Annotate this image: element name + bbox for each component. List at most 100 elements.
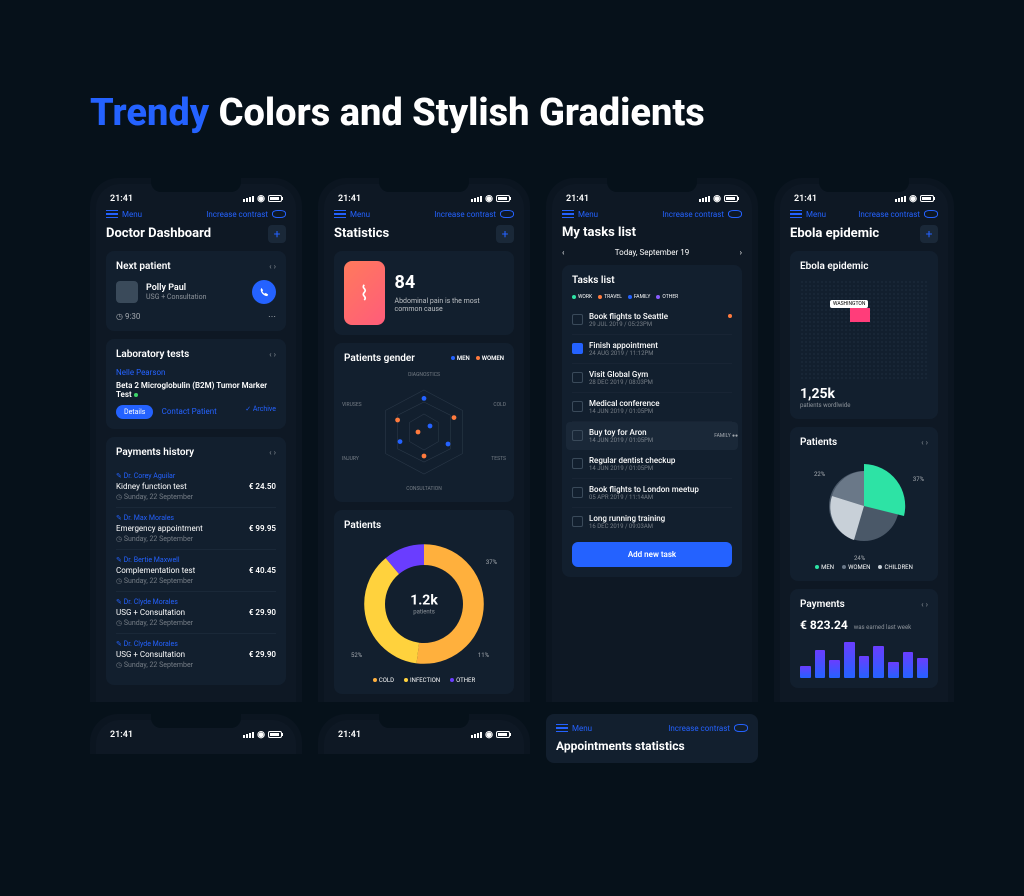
stat-card: ⌇ 84 Abdominal pain is the most common ca… (334, 251, 514, 335)
contact-link[interactable]: Contact Patient (162, 407, 217, 416)
phone-peek: 21:41◉ (90, 714, 302, 754)
appointments-card: MenuIncrease contrast Appointments stati… (546, 714, 758, 763)
glasses-icon[interactable] (500, 210, 514, 218)
phone-ebola: 21:41◉ MenuIncrease contrast Ebola epide… (774, 178, 954, 702)
tasks-card: Tasks list WORKTRAVELFAMILYOTHER Book fl… (562, 265, 742, 577)
checkbox[interactable] (572, 487, 583, 498)
bar-chart (800, 638, 928, 678)
patients-donut-card: Patients 1.2kpatients 37% 11% 52% COLDIN… (334, 510, 514, 694)
menu-icon[interactable] (562, 210, 574, 219)
page-title: My tasks list (562, 225, 636, 240)
nav-arrows[interactable]: ‹ › (269, 262, 276, 271)
nav-arrows[interactable]: ‹ › (269, 350, 276, 359)
contrast-link[interactable]: Increase contrast (206, 210, 268, 219)
payments-card: Payments‹ › € 823.24was earned last week (790, 589, 938, 688)
add-button[interactable]: + (920, 225, 938, 243)
status-time: 21:41 (794, 194, 817, 204)
ebola-map-card: Ebola epidemic WASHINGTON 1,25k patients… (790, 251, 938, 419)
page-title: Ebola epidemic (790, 226, 879, 241)
more-icon[interactable]: ⋯ (268, 312, 276, 321)
task-item[interactable]: Visit Global Gym28 DEC 2019 / 08:03PM (572, 364, 732, 393)
test-name: Beta 2 Microglobulin (B2M) Tumor Marker … (116, 381, 267, 399)
battery-icon (268, 195, 282, 202)
glasses-icon[interactable] (272, 210, 286, 218)
big-sub: patients wordlwide (800, 402, 928, 409)
task-item[interactable]: Buy toy for Aron14 JUN 2019 / 01:05PMFAM… (566, 422, 738, 450)
checkbox[interactable] (572, 458, 583, 469)
task-item[interactable]: Medical conference14 JUN 2019 / 01:05PM (572, 393, 732, 422)
add-button[interactable]: + (496, 225, 514, 243)
call-button[interactable] (252, 280, 276, 304)
phones-row-2: 21:41◉ 21:41◉ MenuIncrease contrast Appo… (0, 702, 1024, 763)
stat-desc: Abdominal pain is the most common cause (395, 297, 504, 313)
details-button[interactable]: Details (116, 405, 153, 419)
patient-service: USG + Consultation (146, 293, 244, 301)
phone-peek: 21:41◉ (318, 714, 530, 754)
card-heading: Patients (344, 520, 381, 531)
next-patient-card: Next patient‹ › Polly PaulUSG + Consulta… (106, 251, 286, 331)
task-item[interactable]: Long running training16 DEC 2019 / 09:03… (572, 508, 732, 536)
glasses-icon[interactable] (924, 210, 938, 218)
stomach-icon: ⌇ (344, 261, 385, 325)
hero-text: Colors and Stylish Gradients (219, 91, 705, 135)
payment-item[interactable]: ✎ Dr. Bertie MaxwellComplementation test… (116, 550, 276, 592)
status-bar: 21:41 ◉ (106, 192, 286, 210)
big-number: 1,25k (800, 386, 928, 402)
glasses-icon[interactable] (728, 210, 742, 218)
card-heading: Payments history (116, 447, 194, 458)
task-item[interactable]: Regular dentist checkup14 JUN 2019 / 01:… (572, 450, 732, 479)
clock-icon: ◷ 9:30 (116, 312, 140, 321)
payment-item[interactable]: ✎ Dr. Clyde MoralesUSG + Consultation€ 2… (116, 592, 276, 634)
stat-number: 84 (395, 272, 504, 293)
payment-item[interactable]: ✎ Dr. Max MoralesEmergency appointment€ … (116, 508, 276, 550)
menu-icon[interactable] (106, 210, 118, 219)
donut-chart: 1.2kpatients 37% 11% 52% (359, 539, 489, 669)
glasses-icon[interactable] (734, 724, 748, 732)
wifi-icon: ◉ (257, 194, 265, 204)
radar-chart: DIAGNOSTICS COLD TESTS CONSULTATION INJU… (344, 372, 504, 492)
payment-item[interactable]: ✎ Dr. Corey AguilarKidney function test€… (116, 466, 276, 508)
date-nav[interactable]: ‹Today, September 19› (562, 248, 742, 257)
phone-tasks: 21:41◉ MenuIncrease contrast My tasks li… (546, 178, 758, 702)
task-tags: WORKTRAVELFAMILYOTHER (572, 294, 732, 300)
page-title: Appointments statistics (556, 739, 748, 753)
checkbox[interactable] (572, 516, 583, 527)
card-heading: Laboratory tests (116, 349, 189, 360)
menu-label[interactable]: Menu (122, 210, 142, 219)
patient-name: Polly Paul (146, 283, 244, 293)
card-heading: Tasks list (572, 275, 615, 286)
payments-history-card: Payments history ‹ › ✎ Dr. Corey AguilarK… (106, 437, 286, 685)
checkbox[interactable] (572, 314, 583, 325)
pie-chart: 22% 37% 24% (814, 456, 914, 556)
menu-icon[interactable] (334, 210, 346, 219)
lab-tests-card: Laboratory tests ‹ › Nelle Pearson Beta 2… (106, 339, 286, 429)
menu-icon[interactable] (556, 724, 568, 733)
hero-heading: Trendy Colors and Stylish Gradients (0, 0, 1024, 178)
add-task-button[interactable]: Add new task (572, 542, 732, 567)
task-item[interactable]: Book flights to London meetup05 APR 2019… (572, 479, 732, 508)
checkbox[interactable] (572, 343, 583, 354)
payment-item[interactable]: ✎ Dr. Clyde MoralesUSG + Consultation€ 2… (116, 634, 276, 675)
archive-link[interactable]: ✓ Archive (245, 405, 276, 413)
task-item[interactable]: Book flights to Seattle29 JUL 2019 / 05:… (572, 306, 732, 335)
page-title: Statistics (334, 226, 389, 241)
card-heading: Patients (800, 437, 837, 448)
card-heading: Ebola epidemic (800, 261, 869, 272)
menu-icon[interactable] (790, 210, 802, 219)
card-heading: Payments (800, 599, 845, 610)
task-item[interactable]: Finish appointment24 AUG 2019 / 11:12PM (572, 335, 732, 364)
phone-doctor-dashboard: 21:41 ◉ Menu Increase contrast Doctor Da… (90, 178, 302, 702)
checkbox[interactable] (572, 430, 583, 441)
hero-accent: Trendy (90, 91, 209, 135)
patient-link[interactable]: Nelle Pearson (116, 368, 276, 377)
add-button[interactable]: + (268, 225, 286, 243)
nav-arrows[interactable]: ‹ › (269, 448, 276, 457)
status-time: 21:41 (338, 194, 361, 204)
earned-amount: € 823.24 (800, 618, 848, 632)
checkbox[interactable] (572, 372, 583, 383)
status-time: 21:41 (110, 194, 133, 204)
phone-statistics: 21:41◉ MenuIncrease contrast Statistics+… (318, 178, 530, 702)
card-heading: Patients gender (344, 353, 415, 364)
world-map: WASHINGTON (800, 280, 928, 380)
checkbox[interactable] (572, 401, 583, 412)
